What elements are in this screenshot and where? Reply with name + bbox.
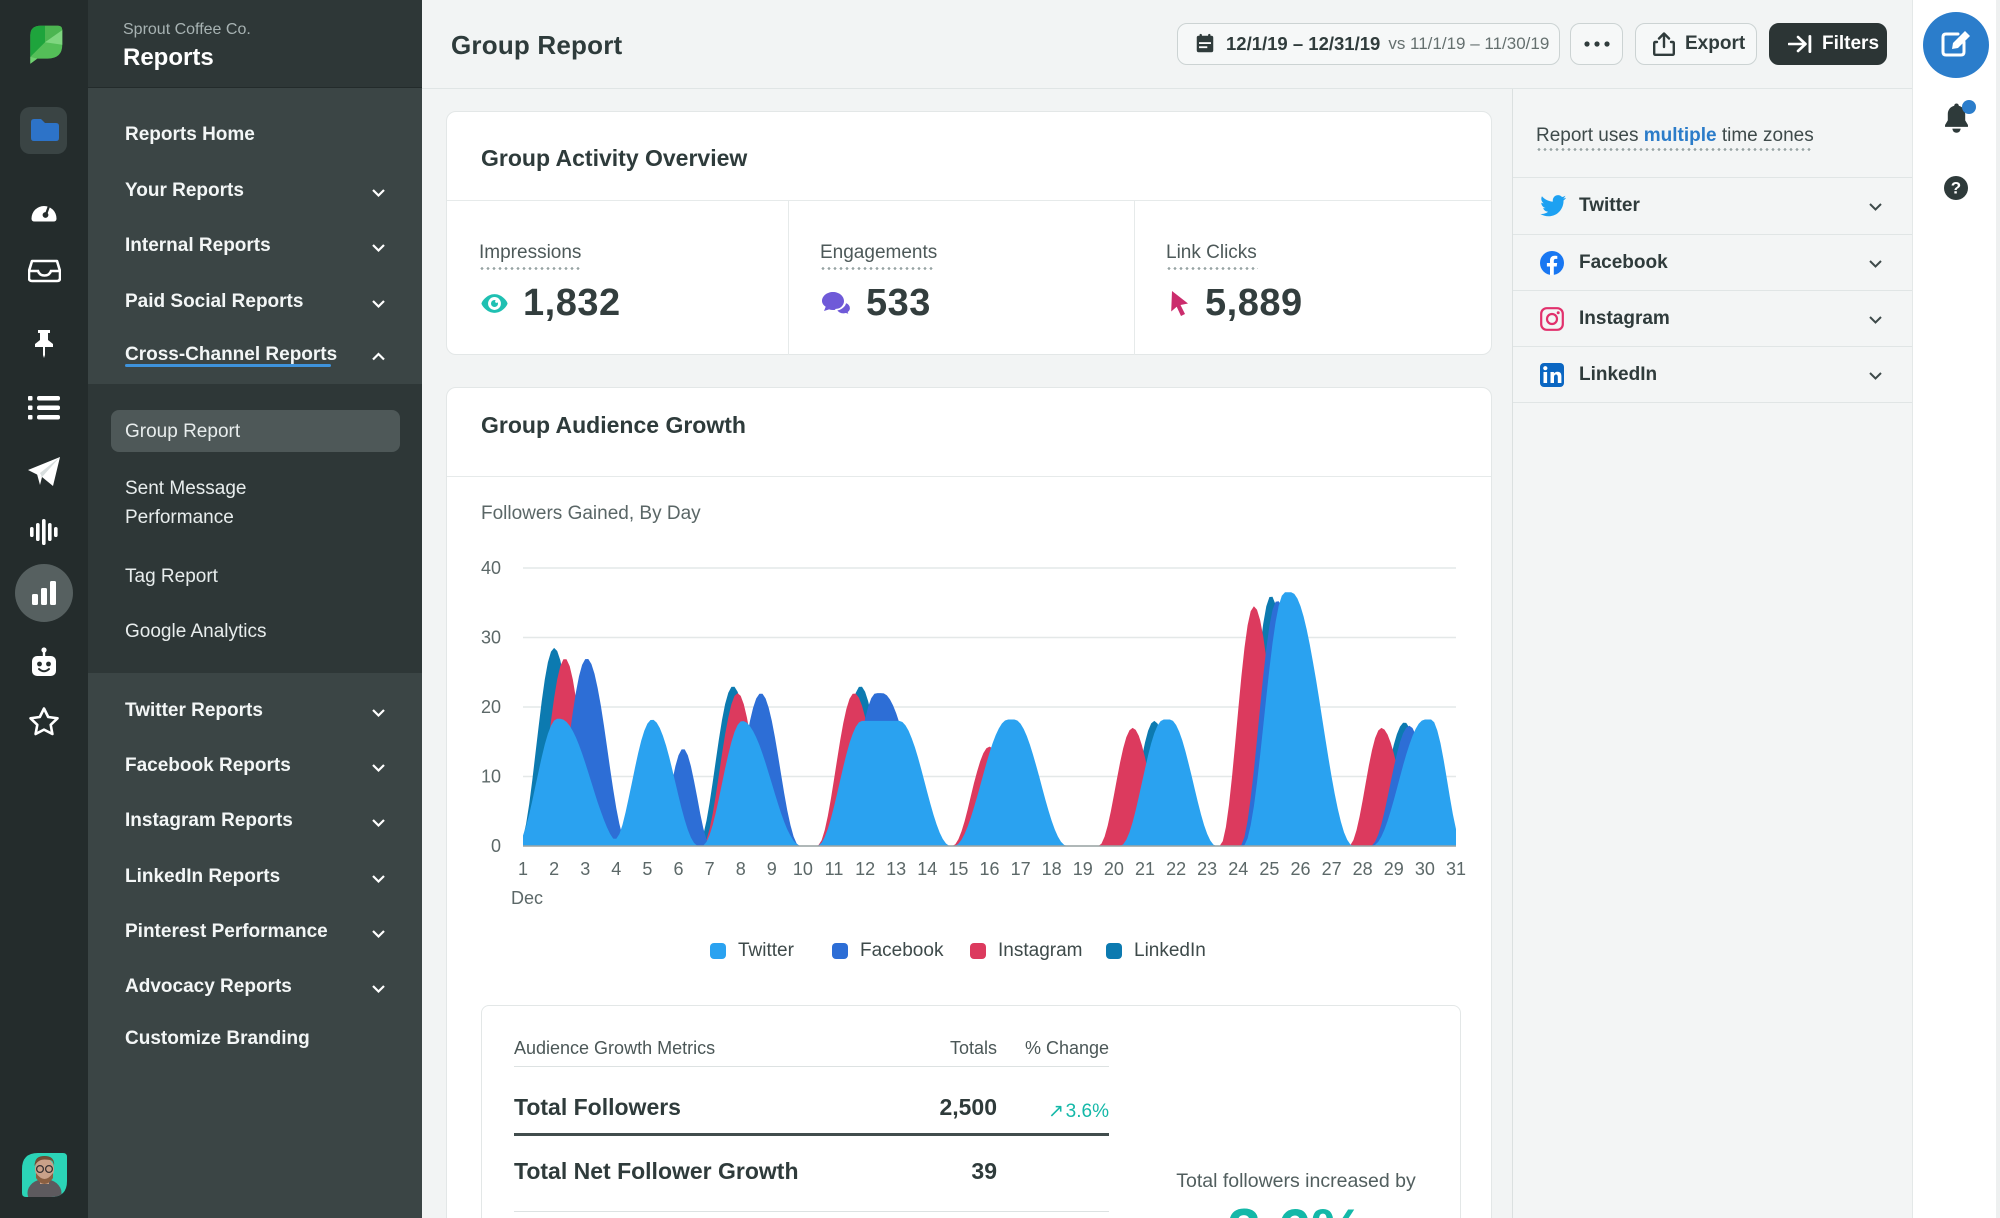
svg-text:2: 2 bbox=[549, 859, 559, 879]
svg-text:25: 25 bbox=[1259, 859, 1279, 879]
svg-text:11: 11 bbox=[825, 859, 844, 879]
svg-text:21: 21 bbox=[1135, 859, 1155, 879]
svg-text:6: 6 bbox=[673, 859, 683, 879]
svg-text:?: ? bbox=[1951, 179, 1961, 198]
svg-text:30: 30 bbox=[1415, 859, 1435, 879]
svg-text:17: 17 bbox=[1011, 859, 1031, 879]
svg-text:20: 20 bbox=[1104, 859, 1124, 879]
svg-text:12: 12 bbox=[855, 859, 875, 879]
svg-text:22: 22 bbox=[1166, 859, 1186, 879]
svg-text:13: 13 bbox=[886, 859, 906, 879]
svg-text:0: 0 bbox=[491, 836, 501, 856]
svg-text:9: 9 bbox=[767, 859, 777, 879]
svg-text:8: 8 bbox=[736, 859, 746, 879]
svg-text:40: 40 bbox=[481, 558, 501, 578]
svg-text:14: 14 bbox=[917, 859, 937, 879]
svg-text:20: 20 bbox=[481, 697, 501, 717]
svg-text:23: 23 bbox=[1197, 859, 1217, 879]
svg-text:4: 4 bbox=[611, 859, 621, 879]
svg-text:16: 16 bbox=[979, 859, 999, 879]
svg-text:7: 7 bbox=[705, 859, 715, 879]
svg-text:3: 3 bbox=[580, 859, 590, 879]
svg-text:10: 10 bbox=[481, 767, 501, 787]
svg-text:5: 5 bbox=[642, 859, 652, 879]
svg-text:1: 1 bbox=[518, 859, 528, 879]
svg-text:30: 30 bbox=[481, 628, 501, 648]
svg-text:10: 10 bbox=[793, 859, 813, 879]
svg-text:27: 27 bbox=[1322, 859, 1342, 879]
svg-text:15: 15 bbox=[948, 859, 968, 879]
svg-text:18: 18 bbox=[1042, 859, 1062, 879]
svg-text:19: 19 bbox=[1073, 859, 1093, 879]
svg-text:Dec: Dec bbox=[511, 888, 543, 908]
svg-text:28: 28 bbox=[1353, 859, 1373, 879]
svg-text:29: 29 bbox=[1384, 859, 1404, 879]
svg-text:24: 24 bbox=[1228, 859, 1248, 879]
svg-text:31: 31 bbox=[1446, 859, 1466, 879]
svg-text:26: 26 bbox=[1290, 859, 1310, 879]
